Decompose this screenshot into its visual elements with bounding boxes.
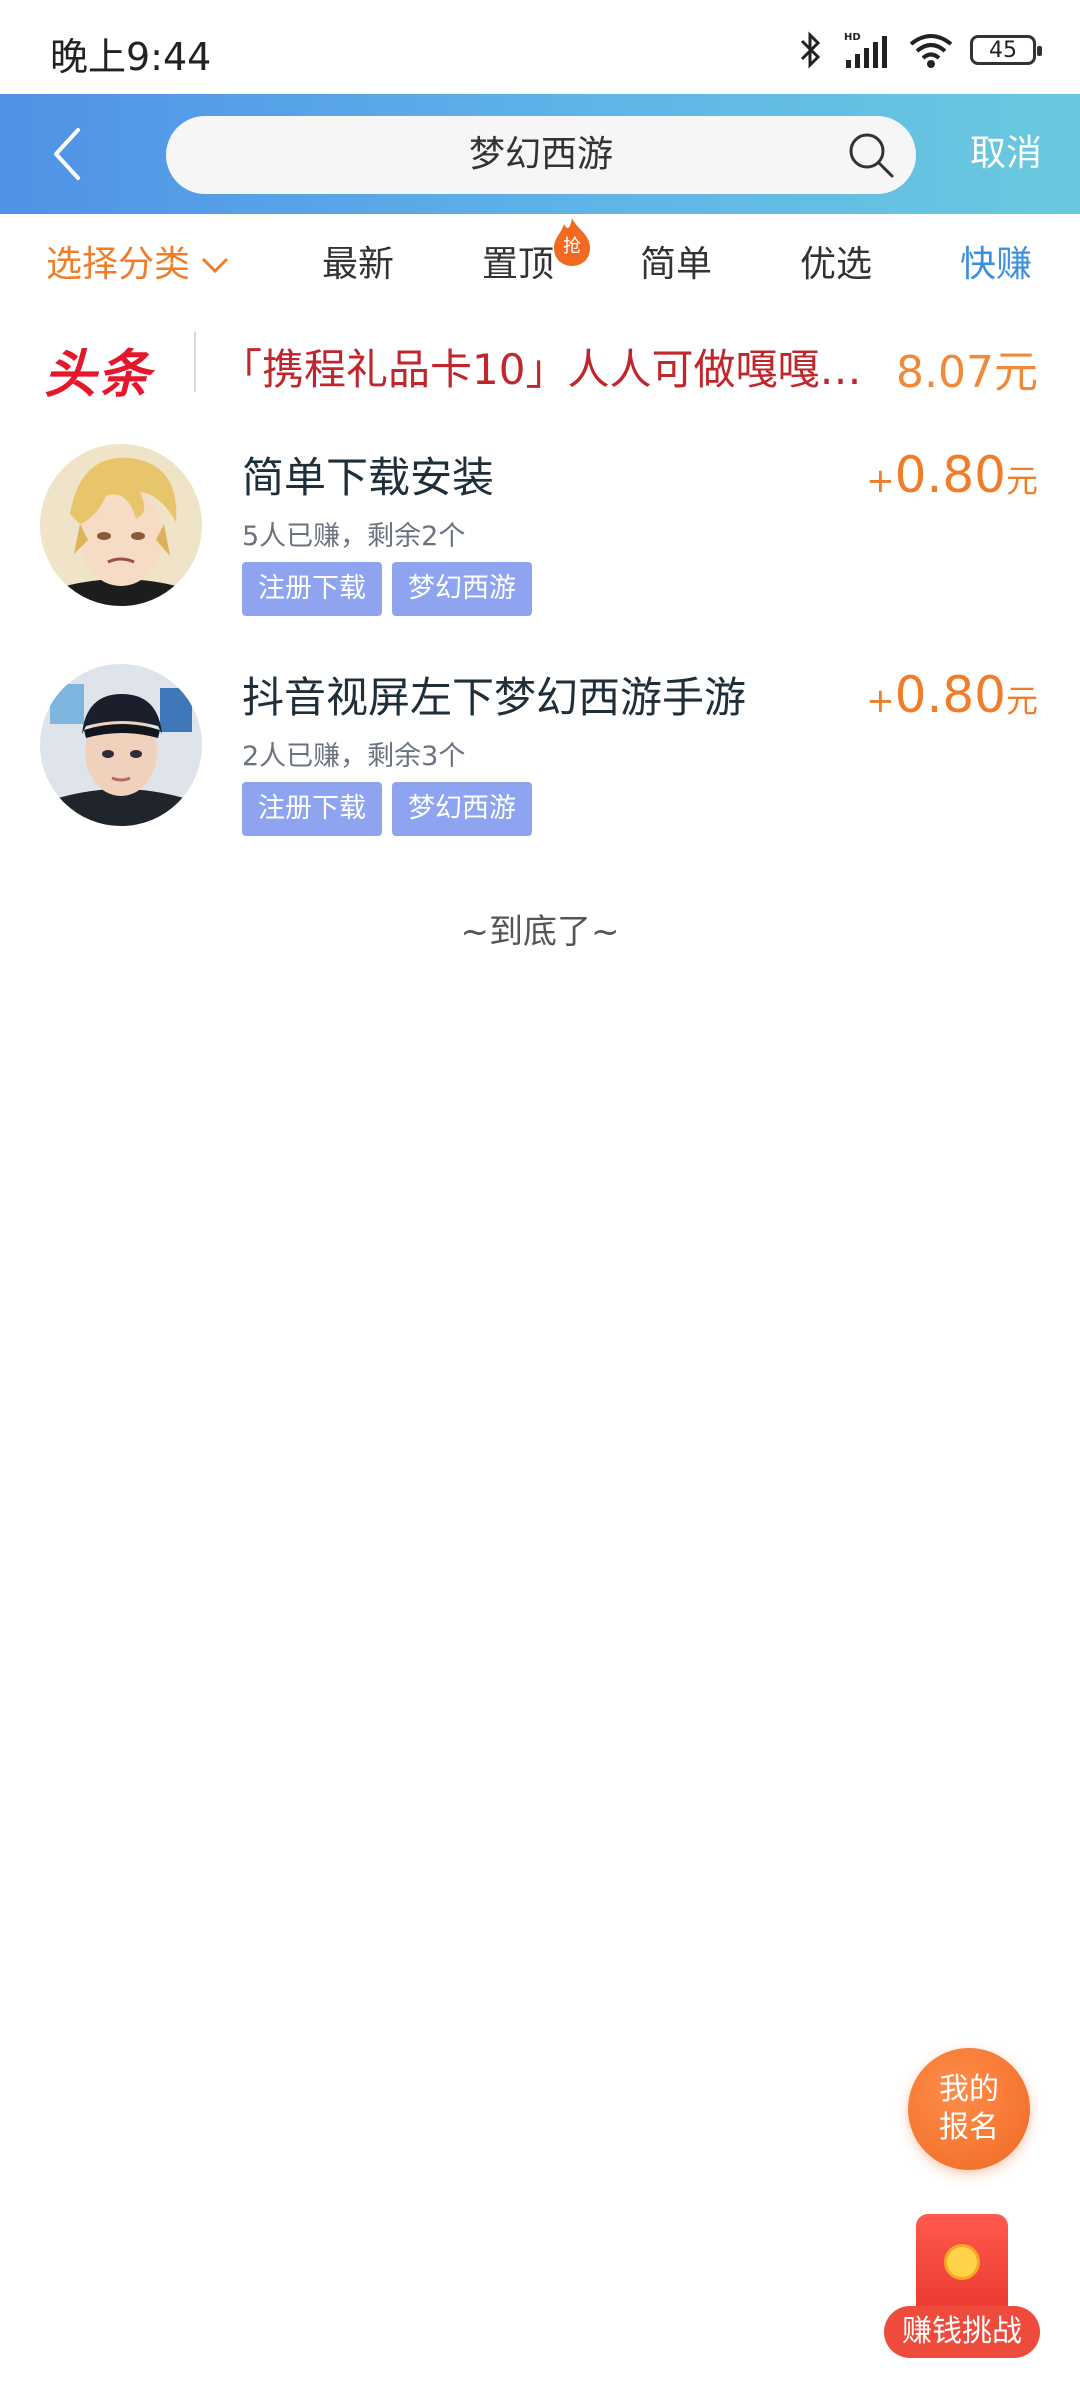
task-stats: 5人已赚，剩余2个 [242, 521, 466, 552]
tag: 梦幻西游 [392, 782, 532, 836]
reward-amount: 0.80 [894, 446, 1006, 504]
tab-selected[interactable]: 优选 [800, 240, 872, 290]
reward-unit: 元 [1005, 462, 1038, 500]
task-tags: 注册下载 梦幻西游 [242, 782, 532, 836]
earn-challenge-button[interactable]: 赚钱挑战 [884, 2214, 1040, 2362]
task-item[interactable]: 抖音视屏左下梦幻西游手游 2人已赚，剩余3个 注册下载 梦幻西游 + 0.80 … [0, 656, 1080, 866]
tag: 注册下载 [242, 562, 382, 616]
reward-sign: + [866, 681, 895, 721]
tag: 注册下载 [242, 782, 382, 836]
chevron-down-icon [201, 257, 229, 274]
search-header: 梦幻西游 取消 [0, 94, 1080, 214]
battery-icon: 45 [970, 35, 1042, 65]
tab-simple[interactable]: 简单 [640, 240, 712, 290]
my-signup-label-line1: 我的 [939, 2072, 999, 2107]
category-tabs: 选择分类 最新 置顶 简单 优选 快赚 [0, 214, 1080, 314]
reward-amount: 0.80 [894, 666, 1006, 724]
search-query[interactable]: 梦幻西游 [166, 116, 916, 194]
status-bar: 晚上9:44 HD 45 [0, 0, 1080, 94]
bluetooth-icon [800, 31, 821, 69]
headline-logo: 头条 [44, 345, 153, 405]
search-input[interactable]: 梦幻西游 [166, 116, 916, 194]
task-title: 简单下载安装 [242, 453, 495, 502]
headline-price: 8.07元 [896, 347, 1038, 398]
avatar [40, 444, 202, 606]
my-signup-label-line2: 报名 [939, 2110, 999, 2145]
status-time: 晚上9:44 [50, 35, 212, 79]
search-icon[interactable] [846, 130, 896, 180]
tag: 梦幻西游 [392, 562, 532, 616]
task-stats: 2人已赚，剩余3个 [242, 741, 466, 772]
red-packet-seal [944, 2244, 980, 2280]
tab-top[interactable]: 置顶 [482, 240, 554, 290]
status-icons: HD 45 [796, 28, 1042, 72]
tab-choose-category-label: 选择分类 [46, 244, 191, 285]
my-signup-button[interactable]: 我的 报名 [908, 2048, 1030, 2170]
hot-badge-label: 抢 [563, 236, 581, 257]
task-reward: + 0.80 元 [866, 446, 1038, 504]
task-item[interactable]: 简单下载安装 5人已赚，剩余2个 注册下载 梦幻西游 + 0.80 元 [0, 436, 1080, 646]
tab-latest[interactable]: 最新 [322, 240, 394, 290]
wifi-icon [909, 34, 953, 68]
headline-text[interactable]: 「携程礼品卡10」人人可做嘎嘎嘎嘎嘎嘎 [220, 336, 880, 397]
cancel-button[interactable]: 取消 [970, 124, 1042, 184]
tab-choose-category[interactable]: 选择分类 [46, 240, 230, 290]
tab-quick-earn[interactable]: 快赚 [960, 240, 1032, 290]
back-button[interactable] [36, 122, 100, 186]
avatar [40, 664, 202, 826]
task-title: 抖音视屏左下梦幻西游手游 [242, 673, 747, 722]
reward-sign: + [866, 461, 895, 501]
earn-challenge-label: 赚钱挑战 [884, 2306, 1040, 2358]
reward-unit: 元 [1005, 682, 1038, 720]
end-of-list-note: ~到底了~ [460, 912, 620, 952]
task-reward: + 0.80 元 [866, 666, 1038, 724]
headline-banner[interactable]: 头条 「携程礼品卡10」人人可做嘎嘎嘎嘎嘎嘎 8.07元 [0, 318, 1080, 408]
battery-level: 45 [989, 37, 1017, 63]
svg-text:HD: HD [844, 32, 861, 43]
task-tags: 注册下载 梦幻西游 [242, 562, 532, 616]
divider [194, 332, 196, 392]
chevron-left-icon [54, 128, 80, 180]
hd-signal-icon: HD [844, 32, 887, 68]
hot-badge: 抢 [550, 216, 594, 268]
